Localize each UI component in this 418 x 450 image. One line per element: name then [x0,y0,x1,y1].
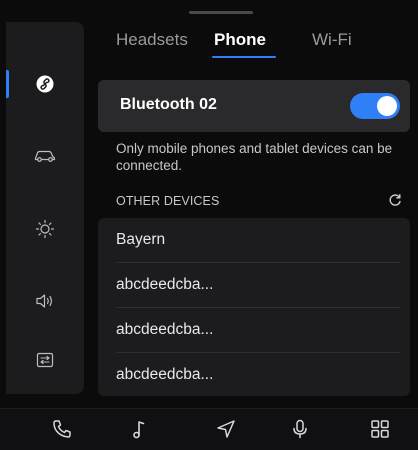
dock-music-button[interactable] [125,417,153,445]
microphone-icon [289,418,311,445]
device-item[interactable]: abcdeedcba... [98,263,410,308]
settings-sidebar [6,22,84,394]
toggle-knob [377,96,397,116]
drag-handle[interactable] [189,11,253,14]
bluetooth-device-name: Bluetooth 02 [120,96,217,113]
device-name: Bayern [116,231,166,248]
dock-navigation-button[interactable] [212,417,240,445]
apps-grid-icon [369,418,391,445]
sidebar-item-vehicle[interactable] [6,130,84,180]
dock-phone-button[interactable] [48,417,76,445]
device-item[interactable]: abcdeedcba... [98,353,410,396]
dock-apps-button[interactable] [366,417,394,445]
sidebar-item-display[interactable] [6,204,84,254]
bluetooth-toggle[interactable] [350,93,400,119]
bluetooth-device-card: Bluetooth 02 [98,80,410,132]
sidebar-item-sound[interactable] [6,276,84,326]
bluetooth-settings-screen: Headsets Phone Wi-Fi Bluetooth 02 Only m… [0,0,418,450]
tab-wifi[interactable]: Wi-Fi [312,30,352,50]
dock-voice-button[interactable] [286,417,314,445]
bottom-dock [0,408,418,450]
other-devices-title: OTHER DEVICES [116,194,220,208]
volume-icon [35,293,55,309]
device-name: abcdeedcba... [116,276,214,293]
tab-phone[interactable]: Phone [214,30,266,50]
device-item[interactable]: Bayern [98,218,410,263]
music-icon [128,418,150,445]
phone-icon [51,418,73,445]
brightness-icon [35,219,55,239]
active-tab-indicator [212,56,276,58]
sidebar-item-system[interactable] [6,335,84,385]
connection-hint: Only mobile phones and tablet devices ca… [116,141,393,173]
other-devices-list: Bayern abcdeedcba... abcdeedcba... abcde… [98,218,410,396]
system-icon [36,352,54,368]
device-name: abcdeedcba... [116,366,214,383]
sidebar-item-connections[interactable] [6,59,84,109]
tab-headsets[interactable]: Headsets [116,30,188,50]
navigation-icon [215,418,237,445]
refresh-icon[interactable] [388,193,402,212]
device-item[interactable]: abcdeedcba... [98,308,410,353]
car-icon [34,148,56,162]
device-name: abcdeedcba... [116,321,214,338]
link-icon [36,75,54,93]
